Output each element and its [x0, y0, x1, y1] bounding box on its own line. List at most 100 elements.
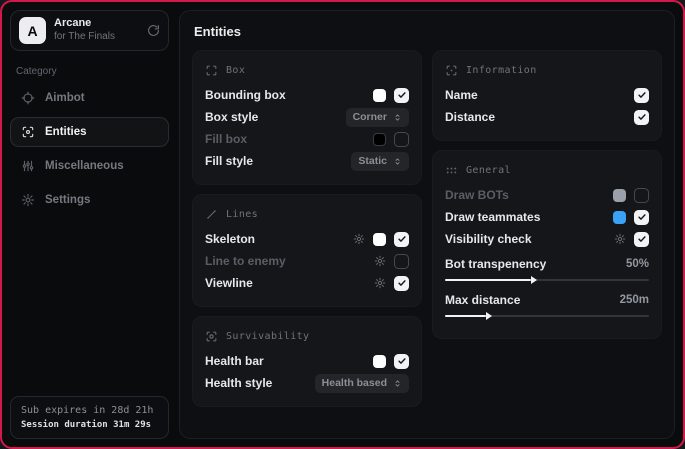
setting-row-health-bar: Health bar: [205, 350, 409, 372]
chevron-up-down-icon: [393, 157, 402, 166]
dots-grid-icon: [445, 164, 458, 177]
setting-label: Health style: [205, 376, 272, 390]
session-duration-text: Session duration 31m 29s: [21, 420, 158, 430]
chevron-up-down-icon: [393, 113, 402, 122]
eye-scan-icon: [21, 125, 35, 139]
checkbox[interactable]: [634, 188, 649, 203]
slider-label: Bot transpenency: [445, 257, 546, 271]
category-label: Category: [16, 66, 163, 77]
slider-fill: [445, 279, 531, 281]
gear-icon[interactable]: [353, 233, 365, 245]
checkbox[interactable]: [634, 232, 649, 247]
card-title: Information: [466, 65, 537, 76]
color-swatch[interactable]: [613, 211, 626, 224]
color-swatch[interactable]: [373, 89, 386, 102]
setting-row-box-style: Box style Corner: [205, 106, 409, 128]
fill-style-dropdown[interactable]: Static: [351, 152, 409, 171]
setting-row-skeleton: Skeleton: [205, 228, 409, 250]
sidebar: A Arcane for The Finals Category Aimbot: [2, 2, 177, 447]
checkbox[interactable]: [394, 232, 409, 247]
setting-row-line-to-enemy: Line to enemy: [205, 250, 409, 272]
app-logo: A: [19, 17, 46, 44]
subscription-info-box: Sub expires in 28d 21h Session duration …: [10, 396, 169, 439]
dropdown-value: Corner: [353, 111, 387, 123]
check-icon: [397, 90, 407, 100]
sidebar-item-label: Miscellaneous: [45, 160, 124, 172]
sync-icon[interactable]: [147, 24, 160, 37]
setting-label: Skeleton: [205, 232, 255, 246]
slider-group-bot-transparency: Bot transpenency 50%: [445, 254, 649, 281]
gear-icon[interactable]: [374, 255, 386, 267]
card-title: General: [466, 165, 511, 176]
crosshair-icon: [21, 91, 35, 105]
max-distance-slider[interactable]: [445, 315, 649, 317]
slider-value: 50%: [626, 258, 649, 270]
card-general: General Draw BOTs Draw teammates: [432, 150, 662, 339]
checkbox[interactable]: [634, 88, 649, 103]
sidebar-item-miscellaneous[interactable]: Miscellaneous: [10, 151, 169, 181]
setting-row-visibility-check: Visibility check: [445, 228, 649, 250]
health-style-dropdown[interactable]: Health based: [315, 374, 409, 393]
gear-icon: [21, 193, 35, 207]
slider-label-row: Bot transpenency 50%: [445, 254, 649, 274]
dropdown-value: Static: [358, 155, 387, 167]
sliders-icon: [21, 159, 35, 173]
checkbox[interactable]: [394, 276, 409, 291]
setting-label: Fill box: [205, 132, 247, 146]
scan-dot-icon: [445, 64, 458, 77]
card-survivability-header: Survivability: [205, 327, 409, 345]
slider-value: 250m: [620, 294, 649, 306]
setting-row-fill-box: Fill box: [205, 128, 409, 150]
setting-row-bounding-box: Bounding box: [205, 84, 409, 106]
setting-label: Bounding box: [205, 88, 286, 102]
checkbox[interactable]: [394, 254, 409, 269]
box-style-dropdown[interactable]: Corner: [346, 108, 409, 127]
checkbox[interactable]: [634, 110, 649, 125]
checkbox[interactable]: [634, 210, 649, 225]
bot-transparency-slider[interactable]: [445, 279, 649, 281]
setting-label: Name: [445, 88, 478, 102]
checkbox[interactable]: [394, 88, 409, 103]
setting-row-health-style: Health style Health based: [205, 372, 409, 394]
sidebar-item-entities[interactable]: Entities: [10, 117, 169, 147]
setting-label: Draw teammates: [445, 210, 540, 224]
sidebar-item-label: Settings: [45, 194, 90, 206]
checkbox[interactable]: [394, 354, 409, 369]
sidebar-nav: Aimbot Entities Miscellaneous Settings: [10, 83, 169, 215]
card-lines: Lines Skeleton: [192, 194, 422, 307]
diagonal-line-icon: [205, 208, 218, 221]
chevron-up-down-icon: [393, 379, 402, 388]
color-swatch[interactable]: [373, 133, 386, 146]
sidebar-item-settings[interactable]: Settings: [10, 185, 169, 215]
setting-row-viewline: Viewline: [205, 272, 409, 294]
page-title: Entities: [194, 24, 660, 39]
app-title: Arcane: [54, 17, 139, 31]
logo-card: A Arcane for The Finals: [10, 10, 169, 51]
setting-label: Viewline: [205, 276, 253, 290]
color-swatch[interactable]: [613, 189, 626, 202]
setting-row-fill-style: Fill style Static: [205, 150, 409, 172]
bounding-box-icon: [205, 64, 218, 77]
check-icon: [397, 278, 407, 288]
card-general-header: General: [445, 161, 649, 179]
card-title: Lines: [226, 209, 258, 220]
gear-icon[interactable]: [614, 233, 626, 245]
card-lines-header: Lines: [205, 205, 409, 223]
setting-label: Health bar: [205, 354, 264, 368]
sidebar-item-aimbot[interactable]: Aimbot: [10, 83, 169, 113]
sidebar-item-label: Entities: [45, 126, 87, 138]
check-icon: [637, 90, 647, 100]
left-column: Box Bounding box Box style: [192, 50, 422, 407]
card-information: Information Name Distance: [432, 50, 662, 141]
checkbox[interactable]: [394, 132, 409, 147]
color-swatch[interactable]: [373, 233, 386, 246]
card-title: Survivability: [226, 331, 309, 342]
color-swatch[interactable]: [373, 355, 386, 368]
card-box: Box Bounding box Box style: [192, 50, 422, 185]
setting-label: Fill style: [205, 154, 253, 168]
slider-label-row: Max distance 250m: [445, 290, 649, 310]
slider-group-max-distance: Max distance 250m: [445, 290, 649, 317]
gear-icon[interactable]: [374, 277, 386, 289]
dropdown-value: Health based: [322, 377, 387, 389]
check-icon: [397, 356, 407, 366]
